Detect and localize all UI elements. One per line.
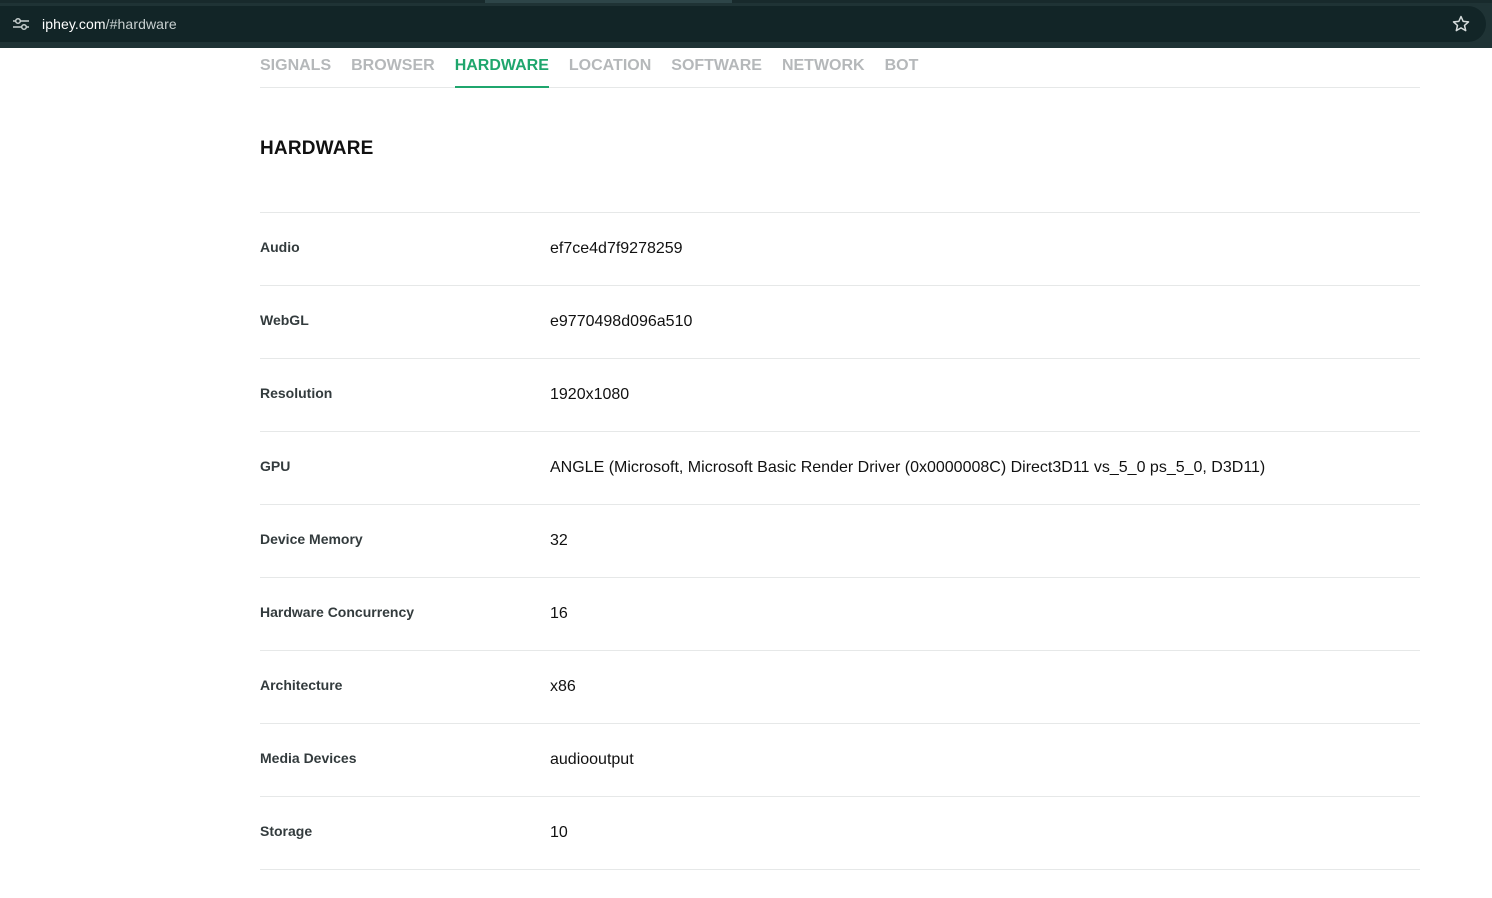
row-value: 1920x1080 [550, 386, 630, 403]
active-tab-edge[interactable] [485, 0, 732, 3]
row-value: ANGLE (Microsoft, Microsoft Basic Render… [550, 459, 1266, 476]
row-label: Architecture [260, 677, 343, 693]
table-row-architecture: Architecture x86 [260, 651, 1420, 724]
bookmark-star-icon[interactable] [1451, 14, 1471, 34]
row-value: e9770498d096a510 [550, 313, 693, 330]
table-row-audio: Audio ef7ce4d7f9278259 [260, 213, 1420, 286]
section-title: HARDWARE [260, 138, 374, 159]
row-value: 10 [550, 824, 568, 841]
site-info-icon[interactable] [10, 15, 32, 33]
address-bar[interactable]: iphey.com/#hardware [0, 6, 1486, 42]
tab-signals[interactable]: SIGNALS [260, 48, 331, 88]
page-content: SIGNALS BROWSER HARDWARE LOCATION SOFTWA… [260, 48, 1420, 870]
row-label: Audio [260, 239, 300, 255]
row-label: Device Memory [260, 531, 363, 547]
table-row-webgl: WebGL e9770498d096a510 [260, 286, 1420, 359]
table-row-resolution: Resolution 1920x1080 [260, 359, 1420, 432]
row-label: Resolution [260, 385, 333, 401]
table-row-media-devices: Media Devices audiooutput [260, 724, 1420, 797]
tab-location[interactable]: LOCATION [569, 48, 651, 88]
url-path: /#hardware [105, 16, 177, 32]
tab-network[interactable]: NETWORK [782, 48, 865, 88]
row-value: 32 [550, 532, 568, 549]
row-value: x86 [550, 678, 576, 695]
tab-hardware[interactable]: HARDWARE [454, 48, 549, 88]
row-value: ef7ce4d7f9278259 [550, 240, 683, 257]
tab-software[interactable]: SOFTWARE [671, 48, 762, 88]
hardware-table: Audio ef7ce4d7f9278259 WebGL e9770498d09… [260, 212, 1420, 870]
table-row-gpu: GPU ANGLE (Microsoft, Microsoft Basic Re… [260, 432, 1420, 505]
table-row-storage: Storage 10 [260, 797, 1420, 870]
row-label: Storage [260, 823, 313, 839]
tab-bot[interactable]: BOT [885, 48, 919, 88]
browser-toolbar: iphey.com/#hardware [0, 0, 1492, 48]
row-value: audiooutput [550, 751, 634, 768]
tab-browser[interactable]: BROWSER [351, 48, 435, 88]
row-label: Media Devices [260, 750, 357, 766]
row-label: GPU [260, 458, 291, 474]
row-value: 16 [550, 605, 568, 622]
section-tabs: SIGNALS BROWSER HARDWARE LOCATION SOFTWA… [260, 48, 1420, 88]
tab-strip [0, 0, 1492, 3]
table-row-device-memory: Device Memory 32 [260, 505, 1420, 578]
table-row-hardware-concurrency: Hardware Concurrency 16 [260, 578, 1420, 651]
row-label: Hardware Concurrency [260, 604, 415, 620]
url-text[interactable]: iphey.com/#hardware [42, 15, 177, 33]
row-label: WebGL [260, 312, 309, 328]
url-domain: iphey.com [42, 16, 106, 32]
